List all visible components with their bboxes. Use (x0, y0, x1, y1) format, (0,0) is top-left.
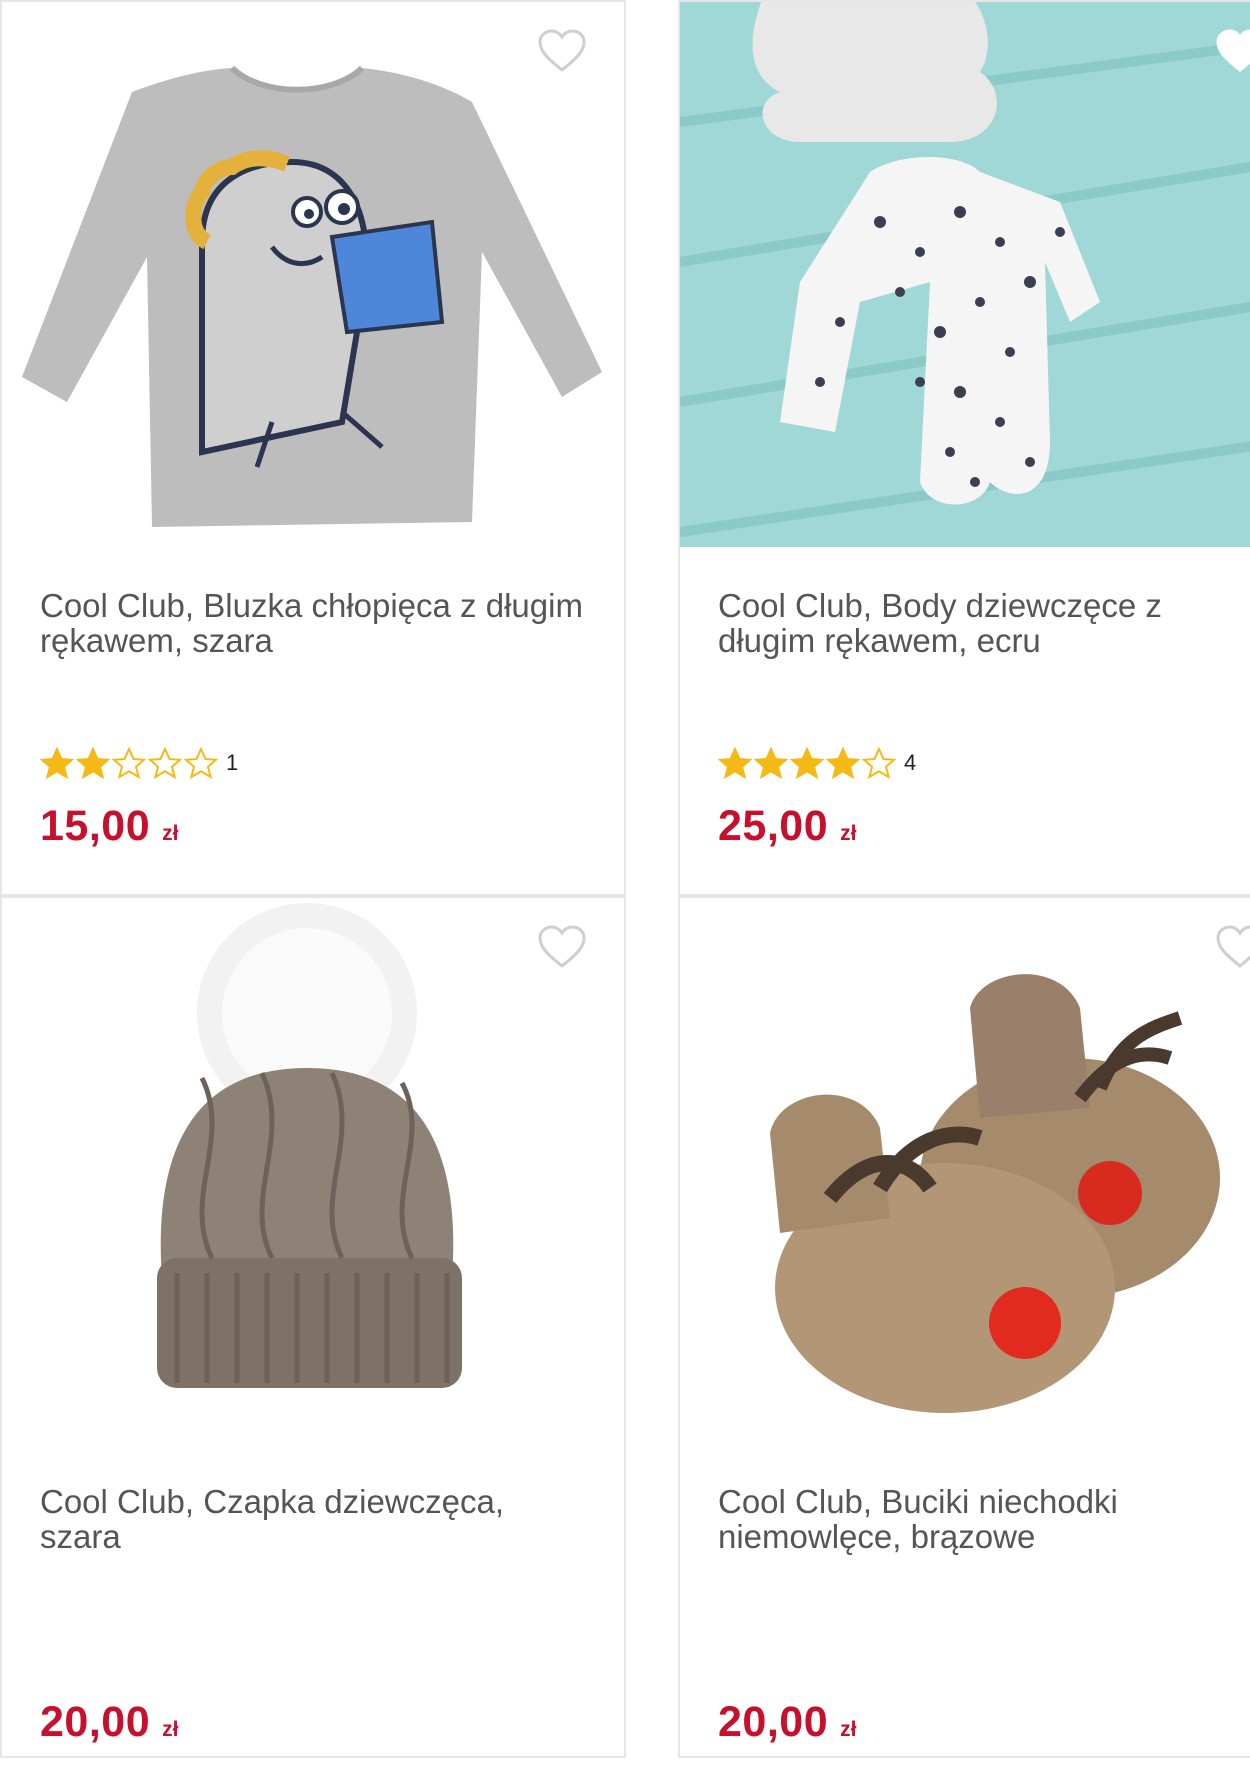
product-image[interactable] (680, 898, 1250, 1443)
product-image[interactable] (680, 2, 1250, 547)
product-card[interactable]: Cool Club, Czapka dziewczęca, szara 20,0… (0, 896, 626, 1758)
star-outline-icon (112, 747, 146, 779)
product-price: 20,00 zł (718, 1698, 856, 1747)
star-filled-icon (754, 747, 788, 779)
price-currency: zł (840, 1718, 857, 1741)
star-filled-icon (718, 747, 752, 779)
price-currency: zł (162, 1718, 179, 1741)
product-image[interactable] (2, 2, 624, 547)
star-filled-icon (40, 747, 74, 779)
price-amount: 20,00 (718, 1698, 829, 1746)
rating-count: 4 (904, 750, 917, 775)
price-amount: 20,00 (40, 1698, 151, 1746)
product-price: 20,00 zł (40, 1698, 178, 1747)
product-title[interactable]: Cool Club, Body dziewczęce z długim ręka… (718, 588, 1236, 658)
product-card[interactable]: Cool Club, Bluzka chłopięca z długim ręk… (0, 0, 626, 896)
rating-count: 1 (226, 750, 239, 775)
price-amount: 15,00 (40, 802, 151, 850)
heart-outline-icon[interactable] (1215, 924, 1250, 970)
product-image[interactable] (2, 898, 624, 1443)
star-outline-icon (148, 747, 182, 779)
product-rating: 4 (718, 747, 916, 779)
star-filled-icon (76, 747, 110, 779)
product-title[interactable]: Cool Club, Buciki niechodki niemowlęce, … (718, 1484, 1236, 1554)
product-price: 15,00 zł (40, 802, 178, 851)
product-price: 25,00 zł (718, 802, 856, 851)
price-amount: 25,00 (718, 802, 829, 850)
product-card[interactable]: Cool Club, Buciki niechodki niemowlęce, … (678, 896, 1250, 1758)
heart-outline-icon[interactable] (537, 924, 587, 970)
star-outline-icon (862, 747, 896, 779)
star-filled-icon (826, 747, 860, 779)
product-card[interactable]: Cool Club, Body dziewczęce z długim ręka… (678, 0, 1250, 896)
product-title[interactable]: Cool Club, Czapka dziewczęca, szara (40, 1484, 584, 1554)
product-title[interactable]: Cool Club, Bluzka chłopięca z długim ręk… (40, 588, 584, 658)
heart-outline-icon[interactable] (537, 28, 587, 74)
price-currency: zł (162, 822, 179, 845)
star-outline-icon (184, 747, 218, 779)
heart-filled-icon[interactable] (1215, 28, 1250, 74)
product-rating: 1 (40, 747, 238, 779)
price-currency: zł (840, 822, 857, 845)
star-filled-icon (790, 747, 824, 779)
